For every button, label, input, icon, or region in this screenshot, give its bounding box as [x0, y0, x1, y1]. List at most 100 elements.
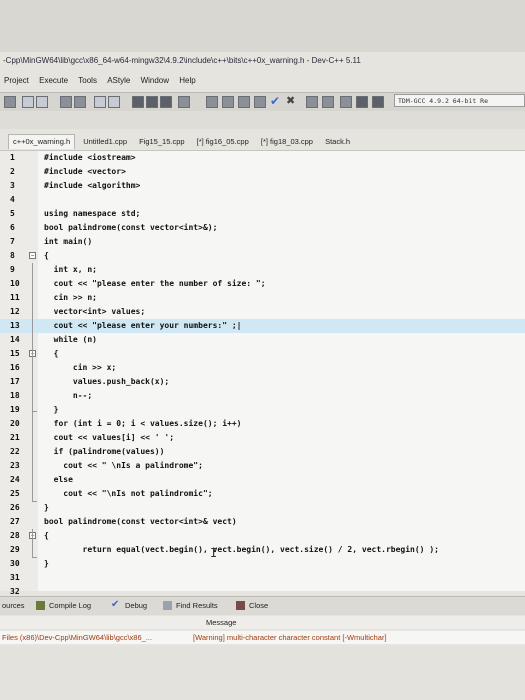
line-number: 31 [10, 573, 20, 582]
debug-icon[interactable] [322, 96, 334, 108]
code-text: { [44, 349, 59, 358]
replace-icon[interactable] [74, 96, 86, 108]
line-number: 1 [10, 153, 15, 162]
tab-resources[interactable]: ources [2, 601, 25, 610]
tab-stack-h[interactable]: Stack.h [321, 135, 354, 149]
code-text: } [44, 503, 49, 512]
compile-icon[interactable] [206, 96, 218, 108]
background-bottom [0, 646, 525, 700]
code-line[interactable]: 5 using namespace std; [0, 207, 525, 221]
code-line[interactable]: 29 return equal(vect.begin(), vect.begin… [0, 543, 525, 557]
find-icon[interactable] [60, 96, 72, 108]
profile-icon[interactable] [306, 96, 318, 108]
code-text: cin >> n; [44, 293, 97, 302]
tab-debug[interactable]: Debug [125, 601, 147, 610]
tab-find-results[interactable]: Find Results [176, 601, 218, 610]
code-line[interactable]: 25 cout << "\nIs not palindromic"; [0, 487, 525, 501]
print-icon[interactable] [4, 96, 16, 108]
code-text: if (palindrome(values)) [44, 447, 165, 456]
compile-run-icon[interactable] [238, 96, 250, 108]
indent-icon[interactable] [94, 96, 106, 108]
code-line[interactable]: 8 − { [0, 249, 525, 263]
code-line[interactable]: 26} [0, 501, 525, 515]
line-number: 23 [10, 461, 20, 470]
tab-compile-log[interactable]: Compile Log [49, 601, 91, 610]
execute-icon[interactable] [222, 96, 234, 108]
code-editor[interactable]: 1 #include <iostream> 2 #include <vector> 3 #… [0, 150, 525, 596]
line-number: 30 [10, 559, 20, 568]
code-line[interactable]: 7 int main() [0, 235, 525, 249]
menu-project[interactable]: Project [4, 76, 29, 85]
code-line[interactable]: 11 cin >> n; [0, 291, 525, 305]
messages-header: Message [0, 616, 525, 629]
tab-fig15-15[interactable]: Fig15_15.cpp [135, 135, 188, 149]
code-text: #include <iostream> [44, 153, 136, 162]
unindent-icon[interactable] [108, 96, 120, 108]
close-panel-button[interactable]: Close [249, 601, 268, 610]
code-line[interactable]: 19 } [0, 403, 525, 417]
code-text: #include <algorithm> [44, 181, 141, 190]
code-line[interactable]: 31 [0, 571, 525, 585]
undo-icon[interactable] [22, 96, 34, 108]
tab-fig16-05[interactable]: [*] fig16_05.cpp [193, 135, 253, 149]
code-text: using namespace std; [44, 209, 141, 218]
redo-icon[interactable] [36, 96, 48, 108]
code-line[interactable]: 13 cout << "please enter your numbers:" … [0, 319, 525, 333]
line-number: 18 [10, 391, 20, 400]
code-line[interactable]: 2 #include <vector> [0, 165, 525, 179]
code-line[interactable]: 9 int x, n; [0, 263, 525, 277]
code-line[interactable]: 21 cout << values[i] << ' '; [0, 431, 525, 445]
bar-chart-icon[interactable] [356, 96, 368, 108]
code-line[interactable]: 30} [0, 557, 525, 571]
check-icon[interactable]: ✔ [270, 94, 280, 108]
code-line[interactable]: 16 cin >> x; [0, 361, 525, 375]
menu-help[interactable]: Help [179, 76, 195, 85]
code-line[interactable]: 10 cout << "please enter the number of s… [0, 277, 525, 291]
message-row[interactable]: Files (x86)\Dev-Cpp\MinGW64\lib\gcc\x86_… [0, 631, 525, 644]
new-class-icon[interactable] [178, 96, 190, 108]
line-number: 3 [10, 181, 15, 190]
menu-astyle[interactable]: AStyle [107, 76, 130, 85]
rebuild-icon[interactable] [254, 96, 266, 108]
stop-icon[interactable]: ✖ [286, 94, 295, 108]
code-line[interactable]: 18 n--; [0, 389, 525, 403]
menu-tools[interactable]: Tools [78, 76, 97, 85]
code-text: #include <vector> [44, 167, 126, 176]
message-text: [Warning] multi-character character cons… [193, 633, 387, 642]
goto-icon[interactable] [146, 96, 158, 108]
code-line[interactable]: 3 #include <algorithm> [0, 179, 525, 193]
line-number: 25 [10, 489, 20, 498]
code-text: return equal(vect.begin(), vect.begin(),… [44, 545, 439, 554]
close-panel-icon [236, 601, 245, 610]
line-number: 6 [10, 223, 15, 232]
code-line[interactable]: 28−{ [0, 529, 525, 543]
code-line[interactable]: 24 else [0, 473, 525, 487]
code-text: cout << values[i] << ' '; [44, 433, 175, 442]
options-icon[interactable] [372, 96, 384, 108]
chart-icon[interactable] [340, 96, 352, 108]
code-line[interactable]: 22 if (palindrome(values)) [0, 445, 525, 459]
line-number: 4 [10, 195, 15, 204]
code-line[interactable]: 12 vector<int> values; [0, 305, 525, 319]
run-icon[interactable] [160, 96, 172, 108]
code-line[interactable]: 17 values.push_back(x); [0, 375, 525, 389]
code-line[interactable]: 23 cout << " \nIs a palindrome"; [0, 459, 525, 473]
line-number: 11 [10, 293, 20, 302]
code-line[interactable]: 14 while (n) [0, 333, 525, 347]
tab-fig18-03[interactable]: [*] fig18_03.cpp [257, 135, 317, 149]
tab-untitled1[interactable]: Untitled1.cpp [79, 135, 131, 149]
menu-execute[interactable]: Execute [39, 76, 68, 85]
compiler-select[interactable]: TDM-GCC 4.9.2 64-bit Re [394, 94, 525, 107]
code-line[interactable]: 6 bool palindrome(const vector<int>&); [0, 221, 525, 235]
code-line[interactable]: 20 for (int i = 0; i < values.size(); i+… [0, 417, 525, 431]
code-line[interactable]: 27 bool palindrome(const vector<int>& vec… [0, 515, 525, 529]
code-line[interactable]: 15− { [0, 347, 525, 361]
menu-window[interactable]: Window [141, 76, 169, 85]
code-line[interactable]: 4 [0, 193, 525, 207]
tab-c0x-warning[interactable]: c++0x_warning.h [8, 134, 76, 149]
bookmark-icon[interactable] [132, 96, 144, 108]
code-line[interactable]: 1 #include <iostream> [0, 151, 525, 165]
fold-toggle-icon[interactable]: − [29, 252, 36, 259]
debug-check-icon: ✔ [111, 599, 120, 610]
secondary-toolbar [0, 111, 525, 129]
